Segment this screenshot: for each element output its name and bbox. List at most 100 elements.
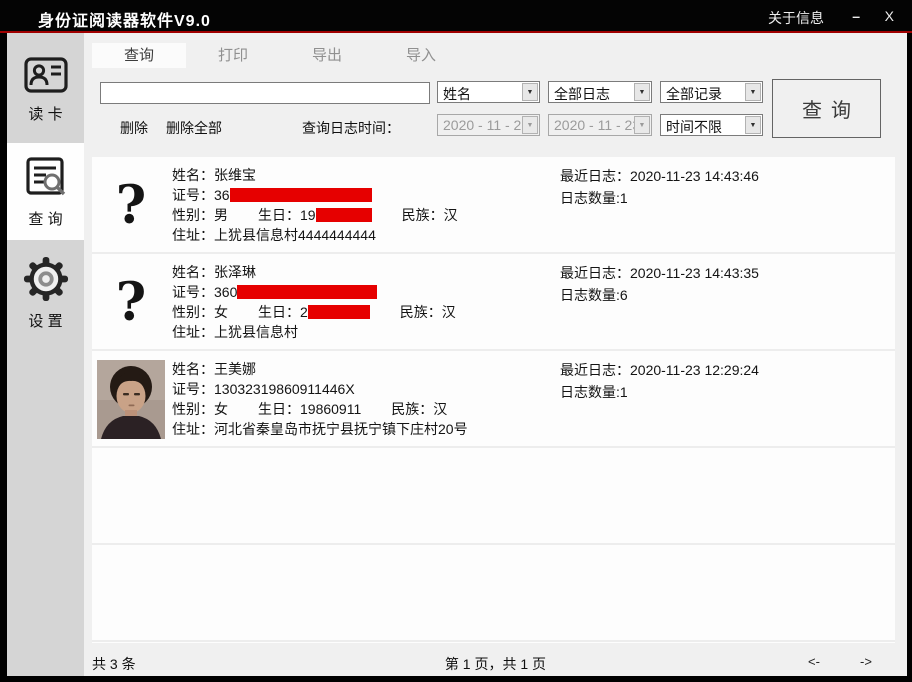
id-value: 360 [214, 284, 237, 300]
birth-label: 生日： [258, 207, 300, 223]
photo-placeholder-question-mark: ? [116, 272, 146, 333]
id-label: 证号： [172, 381, 214, 397]
log-count-value: 1 [620, 190, 628, 206]
id-label: 证号： [172, 284, 214, 300]
sidebar-item-settings[interactable]: 设 置 [7, 245, 84, 342]
tab-print[interactable]: 打印 [186, 43, 280, 68]
chevron-down-icon[interactable]: ▼ [634, 83, 650, 101]
chevron-down-icon[interactable]: ▼ [745, 116, 761, 134]
portrait-photo [97, 360, 165, 439]
chevron-down-icon[interactable]: ▼ [634, 116, 650, 134]
date-to-picker[interactable]: 2020 - 11 - 23 ▼ [548, 114, 652, 136]
about-button[interactable]: 关于信息 [768, 8, 824, 28]
last-log-value: 2020-11-23 12:29:24 [630, 362, 759, 378]
last-log-label: 最近日志： [560, 362, 630, 378]
photo-box [97, 360, 165, 439]
sidebar-item-read-card[interactable]: 读 卡 [7, 41, 84, 138]
tab-export[interactable]: 导出 [280, 43, 374, 68]
log-count-value: 6 [620, 287, 628, 303]
record-row[interactable]: ? 姓名：张泽琳 证号：360 性别：女生日：2民族：汉 住址：上犹县信息村 最… [92, 254, 895, 351]
record-row[interactable]: 姓名：王美娜 证号：13032319860911446X 性别：女 生日：1986… [92, 351, 895, 448]
app-window: 身份证阅读器软件V9.0 关于信息 – X 读 卡 [0, 0, 912, 682]
id-value: 36 [214, 187, 230, 203]
id-value: 13032319860911446X [214, 381, 355, 397]
birth-value: 19 [300, 207, 316, 223]
name-value: 张维宝 [214, 167, 256, 183]
gender-value: 女 [214, 304, 228, 320]
gender-label: 性别： [172, 304, 214, 320]
query-button[interactable]: 查询 [772, 79, 881, 138]
search-doc-icon [23, 154, 69, 200]
gear-icon [23, 256, 69, 302]
name-value: 王美娜 [214, 361, 256, 377]
name-label: 姓名： [172, 167, 214, 183]
ethnicity-label: 民族： [391, 401, 433, 417]
address-label: 住址： [172, 227, 214, 243]
record-row[interactable]: ? 姓名：张维宝 证号：36 性别：男 生日：19 民族：汉 住址：上犹县信息村44… [92, 157, 895, 254]
id-redaction [230, 188, 372, 202]
log-count-value: 1 [620, 384, 628, 400]
time-limit-select[interactable]: 时间不限 ▼ [660, 114, 763, 136]
tab-query[interactable]: 查询 [92, 43, 186, 68]
app-title: 身份证阅读器软件V9.0 [38, 7, 211, 31]
birth-label: 生日： [258, 304, 300, 320]
sidebar-item-label: 设 置 [28, 310, 62, 331]
name-label: 姓名： [172, 361, 214, 377]
page-indicator: 第 1 页，共 1 页 [84, 654, 907, 674]
gender-label: 性别： [172, 401, 214, 417]
id-redaction [237, 285, 377, 299]
date-from-picker[interactable]: 2020 - 11 - 23 ▼ [437, 114, 540, 136]
last-log-label: 最近日志： [560, 265, 630, 281]
search-input[interactable] [100, 82, 430, 104]
ethnicity-value: 汉 [442, 304, 456, 320]
last-log-value: 2020-11-23 14:43:35 [630, 265, 759, 281]
log-count-label: 日志数量: [560, 384, 620, 400]
chevron-down-icon[interactable]: ▼ [745, 83, 761, 101]
tab-import[interactable]: 导入 [374, 43, 468, 68]
empty-record-row [92, 545, 895, 642]
ethnicity-label: 民族： [402, 207, 444, 223]
delete-all-button[interactable]: 删除全部 [166, 118, 222, 138]
title-bar: 身份证阅读器软件V9.0 关于信息 – X [0, 0, 912, 31]
gender-value: 男 [214, 207, 228, 223]
record-filter-select[interactable]: 全部记录 ▼ [660, 81, 763, 103]
birth-redaction [316, 208, 372, 222]
log-filter-select[interactable]: 全部日志 ▼ [548, 81, 652, 103]
tab-bar: 查询 打印 导出 导入 [92, 43, 468, 68]
prev-page-button[interactable]: <- [808, 654, 820, 669]
field-select[interactable]: 姓名 ▼ [437, 81, 540, 103]
address-value: 河北省秦皇岛市抚宁县抚宁镇下庄村20号 [214, 421, 468, 437]
minimize-button[interactable]: – [852, 8, 860, 24]
photo-box: ? [97, 263, 165, 342]
last-log-value: 2020-11-23 14:43:46 [630, 168, 759, 184]
gender-value: 女 [214, 401, 228, 417]
ethnicity-value: 汉 [444, 207, 458, 223]
main-panel: 查询 打印 导出 导入 姓名 ▼ 全部日志 ▼ 全部记录 ▼ 查询 删除 删除全… [84, 33, 907, 676]
chevron-down-icon[interactable]: ▼ [522, 116, 538, 134]
close-button[interactable]: X [885, 8, 894, 24]
sidebar-item-label: 查 询 [28, 208, 62, 229]
id-label: 证号： [172, 187, 214, 203]
birth-label: 生日： [258, 401, 300, 417]
ethnicity-value: 汉 [433, 401, 447, 417]
chevron-down-icon[interactable]: ▼ [522, 83, 538, 101]
birth-value: 19860911 [300, 401, 361, 417]
next-page-button[interactable]: -> [860, 654, 872, 669]
last-log-label: 最近日志： [560, 168, 630, 184]
name-label: 姓名： [172, 264, 214, 280]
photo-box: ? [97, 166, 165, 245]
sidebar-item-query[interactable]: 查 询 [7, 143, 84, 240]
record-list: ? 姓名：张维宝 证号：36 性别：男生日：19民族：汉 住址：上犹县信息村44… [92, 157, 895, 643]
name-value: 张泽琳 [214, 264, 256, 280]
ethnicity-label: 民族： [400, 304, 442, 320]
sidebar-item-label: 读 卡 [28, 103, 62, 124]
address-label: 住址： [172, 421, 214, 437]
id-card-icon [23, 55, 69, 95]
gender-label: 性别： [172, 207, 214, 223]
sidebar: 读 卡 查 询 [7, 33, 84, 676]
address-value: 上犹县信息村4444444444 [214, 227, 376, 243]
log-time-label: 查询日志时间： [302, 118, 400, 138]
address-label: 住址： [172, 324, 214, 340]
birth-value: 2 [300, 304, 308, 320]
delete-button[interactable]: 删除 [120, 118, 148, 138]
